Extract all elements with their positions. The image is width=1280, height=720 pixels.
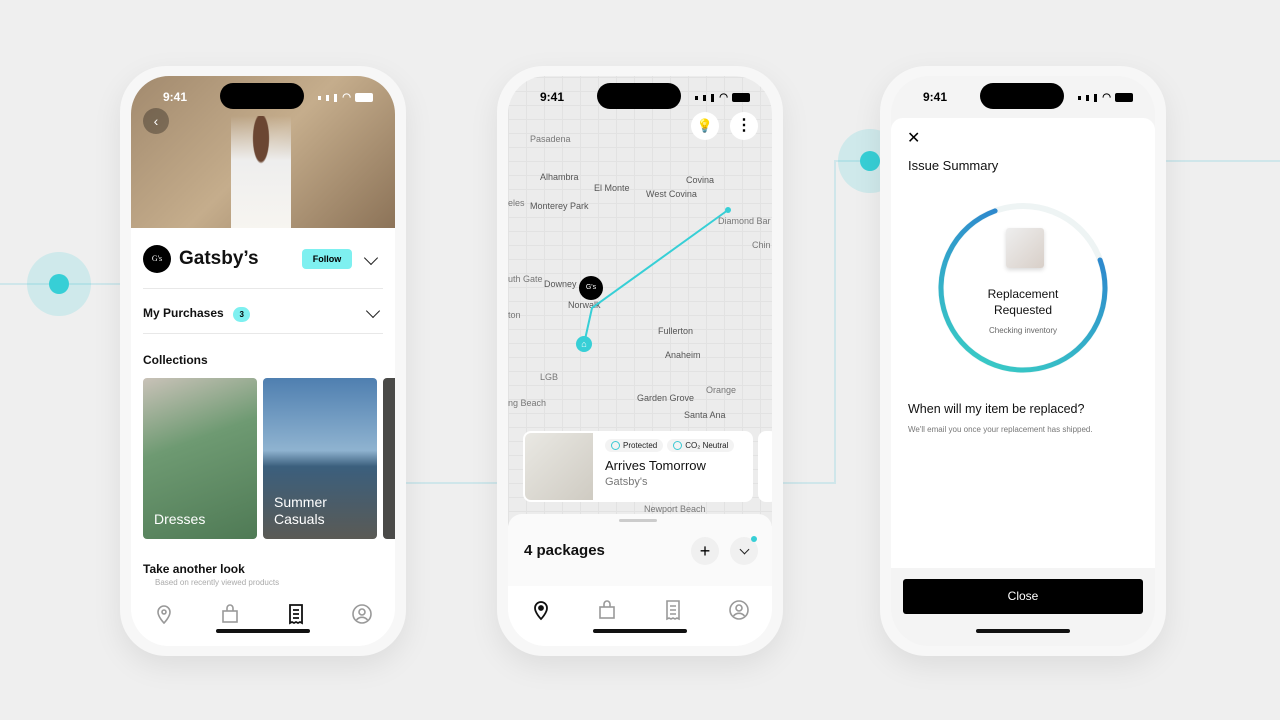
phone-issue-summary: 9:41 ◠ ✕ Issue Summary Replacement Reque… <box>880 66 1166 656</box>
collection-card-summer-casuals[interactable]: Summer Casuals <box>263 378 377 539</box>
status-time: 9:41 <box>540 90 565 104</box>
close-button[interactable]: Close <box>903 579 1143 614</box>
receipt-icon[interactable] <box>661 598 685 622</box>
collection-label: Dresses <box>154 511 206 527</box>
chevron-down-icon[interactable] <box>363 250 379 266</box>
arrival-title: Arrives Tomorrow <box>605 458 706 473</box>
home-indicator <box>216 629 310 633</box>
collection-label: Summer Casuals <box>274 494 327 527</box>
shield-icon <box>611 441 620 450</box>
store-map-pin[interactable]: G's <box>579 276 603 300</box>
purchases-count-badge: 3 <box>233 307 251 322</box>
purchases-label: My Purchases <box>143 306 224 320</box>
profile-icon[interactable] <box>350 602 374 626</box>
dynamic-island <box>220 83 304 109</box>
faq-question: When will my item be replaced? <box>908 402 1085 416</box>
leaf-icon <box>673 441 683 450</box>
tips-button[interactable]: 💡 <box>691 112 719 140</box>
package-card-next[interactable] <box>758 431 772 502</box>
packages-sheet[interactable]: 4 packages + <box>508 514 772 594</box>
collections-title: Collections <box>143 353 208 367</box>
notification-dot <box>751 536 757 542</box>
connector-line <box>834 160 836 484</box>
chevron-down-icon <box>365 303 381 319</box>
bag-icon[interactable] <box>218 602 242 626</box>
sheet-handle[interactable] <box>619 519 657 522</box>
pulse-indicator <box>27 252 91 316</box>
divider <box>143 288 383 289</box>
phone-store: 9:41 ◠ ‹ G's Gatsby’s Follow My Purchase… <box>120 66 406 656</box>
receipt-icon[interactable] <box>284 602 308 626</box>
card-store: Gatsby's <box>605 476 648 488</box>
phone-map: 9:41 ◠ Pasadena Alhambra El Monte West Covi… <box>497 66 783 656</box>
connector-line <box>400 482 510 484</box>
status-time: 9:41 <box>923 90 948 104</box>
product-image <box>525 433 593 500</box>
product-thumbnail <box>1006 228 1044 268</box>
chevron-down-icon <box>739 544 749 554</box>
home-map-pin[interactable]: ⌂ <box>576 336 592 352</box>
add-package-button[interactable]: + <box>691 537 719 565</box>
dynamic-island <box>980 83 1064 109</box>
issue-sheet: ✕ Issue Summary Replacement Requested Ch… <box>891 118 1155 568</box>
follow-button[interactable]: Follow <box>302 249 352 269</box>
home-indicator <box>593 629 687 633</box>
connector-line <box>780 482 835 484</box>
store-name: Gatsby’s <box>179 248 259 269</box>
my-purchases-row[interactable]: My Purchases 3 <box>143 303 383 324</box>
tab-bar <box>131 590 395 646</box>
status-icons: ◠ <box>695 92 750 103</box>
status-icons: ◠ <box>1078 92 1133 103</box>
take-another-look-subtitle: Based on recently viewed products <box>155 578 280 587</box>
status-time: 9:41 <box>163 90 188 104</box>
tab-bar <box>508 586 772 646</box>
status-icons: ◠ <box>318 92 373 103</box>
back-button[interactable]: ‹ <box>143 108 169 134</box>
more-options-button[interactable]: ⋮ <box>730 112 758 140</box>
package-card[interactable]: Protected CO₂ Neutral Arrives Tomorrow G… <box>523 431 753 502</box>
faq-answer: We'll email you once your replacement ha… <box>908 425 1093 434</box>
protected-badge: Protected <box>605 439 664 452</box>
profile-icon[interactable] <box>727 598 751 622</box>
location-pin-icon[interactable] <box>529 598 553 622</box>
status-title: Replacement Requested <box>987 287 1059 317</box>
dynamic-island <box>597 83 681 109</box>
status-subtitle: Checking inventory <box>988 326 1058 335</box>
bag-icon[interactable] <box>595 598 619 622</box>
location-pin-icon[interactable] <box>152 602 176 626</box>
collection-card-dresses[interactable]: Dresses <box>143 378 257 539</box>
close-icon[interactable]: ✕ <box>907 128 920 148</box>
divider <box>143 333 383 334</box>
store-logo: G's <box>143 245 171 273</box>
co2-neutral-badge: CO₂ Neutral <box>667 439 735 452</box>
collection-card-more[interactable] <box>383 378 395 539</box>
packages-count: 4 packages <box>524 542 605 559</box>
take-another-look-title: Take another look <box>143 562 245 576</box>
home-indicator <box>976 629 1070 633</box>
sheet-title: Issue Summary <box>908 158 999 173</box>
